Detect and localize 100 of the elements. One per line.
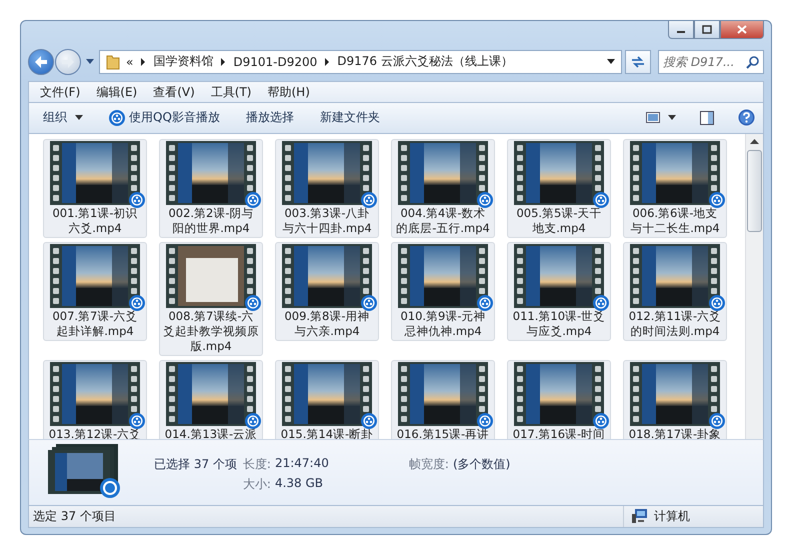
field-value: (多个数值) bbox=[452, 456, 510, 474]
file-name: 008.第7课续-六爻起卦教学视频原版.mp4 bbox=[163, 308, 259, 354]
file-name: 017.第16课-时间 bbox=[512, 426, 606, 440]
file-item[interactable]: 001.第1课-初识六爻.mp4 bbox=[43, 138, 147, 238]
field-label: 帧宽度: bbox=[408, 456, 449, 474]
player-badge-icon bbox=[129, 412, 145, 429]
close-button[interactable] bbox=[720, 21, 764, 39]
menu-item[interactable]: 编辑(E) bbox=[88, 84, 146, 101]
chevron-icon[interactable] bbox=[221, 58, 226, 66]
selection-count: 已选择 37 个项 bbox=[154, 456, 237, 474]
player-badge-icon bbox=[245, 192, 261, 208]
field-label: 大小: bbox=[242, 476, 271, 494]
file-item[interactable]: 010.第9课-元神忌神仇神.mp4 bbox=[391, 242, 495, 341]
toolbar-button[interactable]: 新建文件夹 bbox=[310, 105, 390, 130]
help-icon[interactable] bbox=[738, 109, 755, 126]
caret-icon[interactable] bbox=[668, 115, 676, 120]
file-item[interactable]: 006.第6课-地支与十二长生.mp4 bbox=[623, 138, 727, 238]
file-item[interactable]: 008.第7课续-六爻起卦教学视频原版.mp4 bbox=[159, 242, 263, 356]
menu-item[interactable]: 查看(V) bbox=[145, 84, 203, 101]
player-badge-icon bbox=[709, 294, 725, 311]
chevron-icon[interactable] bbox=[325, 58, 330, 66]
back-button[interactable] bbox=[28, 48, 54, 75]
player-badge-icon bbox=[129, 294, 145, 311]
status-text: 选定 37 个项目 bbox=[33, 508, 116, 525]
video-stack-icon bbox=[46, 444, 122, 500]
computer-icon bbox=[632, 509, 648, 524]
file-item[interactable]: 012.第11课-六爻的时间法则.mp4 bbox=[623, 242, 727, 341]
scrollbar[interactable] bbox=[745, 134, 763, 440]
field-value: 4.38 GB bbox=[274, 476, 324, 492]
file-item[interactable]: 007.第7课-六爻起卦详解.mp4 bbox=[43, 242, 147, 341]
field-label: 长度: bbox=[242, 456, 271, 474]
path-segment[interactable]: D9101-D9200 bbox=[233, 54, 318, 69]
player-badge-icon bbox=[245, 294, 261, 311]
maximize-button[interactable] bbox=[694, 21, 720, 39]
refresh-button[interactable] bbox=[625, 50, 651, 74]
file-name: 005.第5课-天干地支.mp4 bbox=[515, 206, 603, 236]
left-arrow-icon bbox=[33, 54, 49, 69]
file-item[interactable]: 018.第17课-卦象 bbox=[623, 360, 727, 440]
address-bar[interactable]: « 国学资料馆 D9101-D9200 D9176 云派六爻秘法（线上课） bbox=[99, 50, 622, 74]
caret-icon[interactable] bbox=[607, 59, 615, 64]
scroll-up-arrow-icon[interactable] bbox=[750, 138, 759, 144]
file-item[interactable]: 009.第8课-用神与六亲.mp4 bbox=[275, 242, 379, 341]
file-item[interactable]: 017.第16课-时间 bbox=[507, 360, 611, 440]
file-name: 004.第4课-数术的底层-五行.mp4 bbox=[395, 206, 491, 236]
file-name: 007.第7课-六爻起卦详解.mp4 bbox=[51, 308, 139, 339]
file-name: 006.第6课-地支与十二长生.mp4 bbox=[629, 206, 721, 236]
close-icon bbox=[737, 25, 747, 34]
player-badge-icon bbox=[245, 412, 261, 429]
file-item[interactable]: 015.第14课-断卦 bbox=[275, 360, 379, 440]
player-badge-icon bbox=[593, 192, 609, 208]
scrollbar-thumb[interactable] bbox=[747, 150, 762, 232]
player-badge-icon bbox=[477, 192, 493, 208]
file-name: 009.第8课-用神与六亲.mp4 bbox=[283, 308, 371, 339]
file-item[interactable]: 016.第15课-再讲 bbox=[391, 360, 495, 440]
file-item[interactable]: 002.第2课-阴与阳的世界.mp4 bbox=[159, 138, 263, 238]
toolbar-button[interactable]: 播放选择 bbox=[236, 105, 304, 130]
file-name: 015.第14课-断卦 bbox=[280, 426, 374, 440]
file-item[interactable]: 004.第4课-数术的底层-五行.mp4 bbox=[391, 138, 495, 238]
file-name: 001.第1课-初识六爻.mp4 bbox=[51, 206, 139, 236]
menu-item[interactable]: 文件(F) bbox=[32, 84, 88, 101]
field-value: 21:47:40 bbox=[274, 456, 329, 472]
view-icon[interactable] bbox=[646, 112, 660, 124]
preview-pane-icon[interactable] bbox=[700, 110, 714, 125]
player-icon bbox=[109, 110, 125, 126]
file-name: 010.第9课-元神忌神仇神.mp4 bbox=[399, 308, 487, 339]
location-label: 计算机 bbox=[654, 508, 690, 525]
player-badge-icon bbox=[593, 412, 609, 429]
menu-item[interactable]: 工具(T) bbox=[202, 84, 260, 101]
file-item[interactable]: 014.第13课-云派 bbox=[159, 360, 263, 440]
file-item[interactable]: 005.第5课-天干地支.mp4 bbox=[507, 138, 611, 238]
player-badge-icon bbox=[709, 192, 725, 208]
search-icon bbox=[746, 56, 759, 69]
minimize-button[interactable] bbox=[668, 21, 694, 39]
player-badge-icon bbox=[129, 192, 145, 208]
chevron-icon[interactable] bbox=[141, 58, 146, 66]
player-badge-icon bbox=[361, 192, 377, 208]
path-segment[interactable]: 国学资料馆 bbox=[153, 53, 214, 70]
player-badge-icon bbox=[593, 294, 609, 311]
forward-button[interactable] bbox=[55, 48, 81, 75]
file-name: 003.第3课-八卦与六十四卦.mp4 bbox=[281, 206, 373, 236]
refresh-icon bbox=[630, 54, 646, 69]
file-name: 011.第10课-世爻与应爻.mp4 bbox=[512, 308, 606, 339]
folder-icon bbox=[106, 54, 120, 70]
player-badge-icon bbox=[361, 412, 377, 429]
player-badge-icon bbox=[477, 294, 493, 311]
caret-icon bbox=[75, 115, 83, 120]
player-badge-icon bbox=[477, 412, 493, 429]
player-badge-icon bbox=[361, 294, 377, 311]
file-name: 018.第17课-卦象 bbox=[628, 426, 722, 440]
path-segment[interactable]: D9176 云派六爻秘法（线上课） bbox=[337, 53, 513, 70]
search-field[interactable]: 搜索 D917... bbox=[658, 50, 764, 74]
file-name: 012.第11课-六爻的时间法则.mp4 bbox=[628, 308, 722, 339]
toolbar-button[interactable]: 使用QQ影音播放 bbox=[99, 105, 230, 130]
path-overflow-button[interactable]: « bbox=[126, 54, 134, 69]
maximize-icon bbox=[702, 25, 712, 34]
file-item[interactable]: 003.第3课-八卦与六十四卦.mp4 bbox=[275, 138, 379, 238]
menu-item[interactable]: 帮助(H) bbox=[260, 84, 318, 101]
toolbar-button[interactable]: 组织 bbox=[33, 105, 93, 130]
player-badge-icon bbox=[709, 412, 725, 429]
file-item[interactable]: 011.第10课-世爻与应爻.mp4 bbox=[507, 242, 611, 341]
